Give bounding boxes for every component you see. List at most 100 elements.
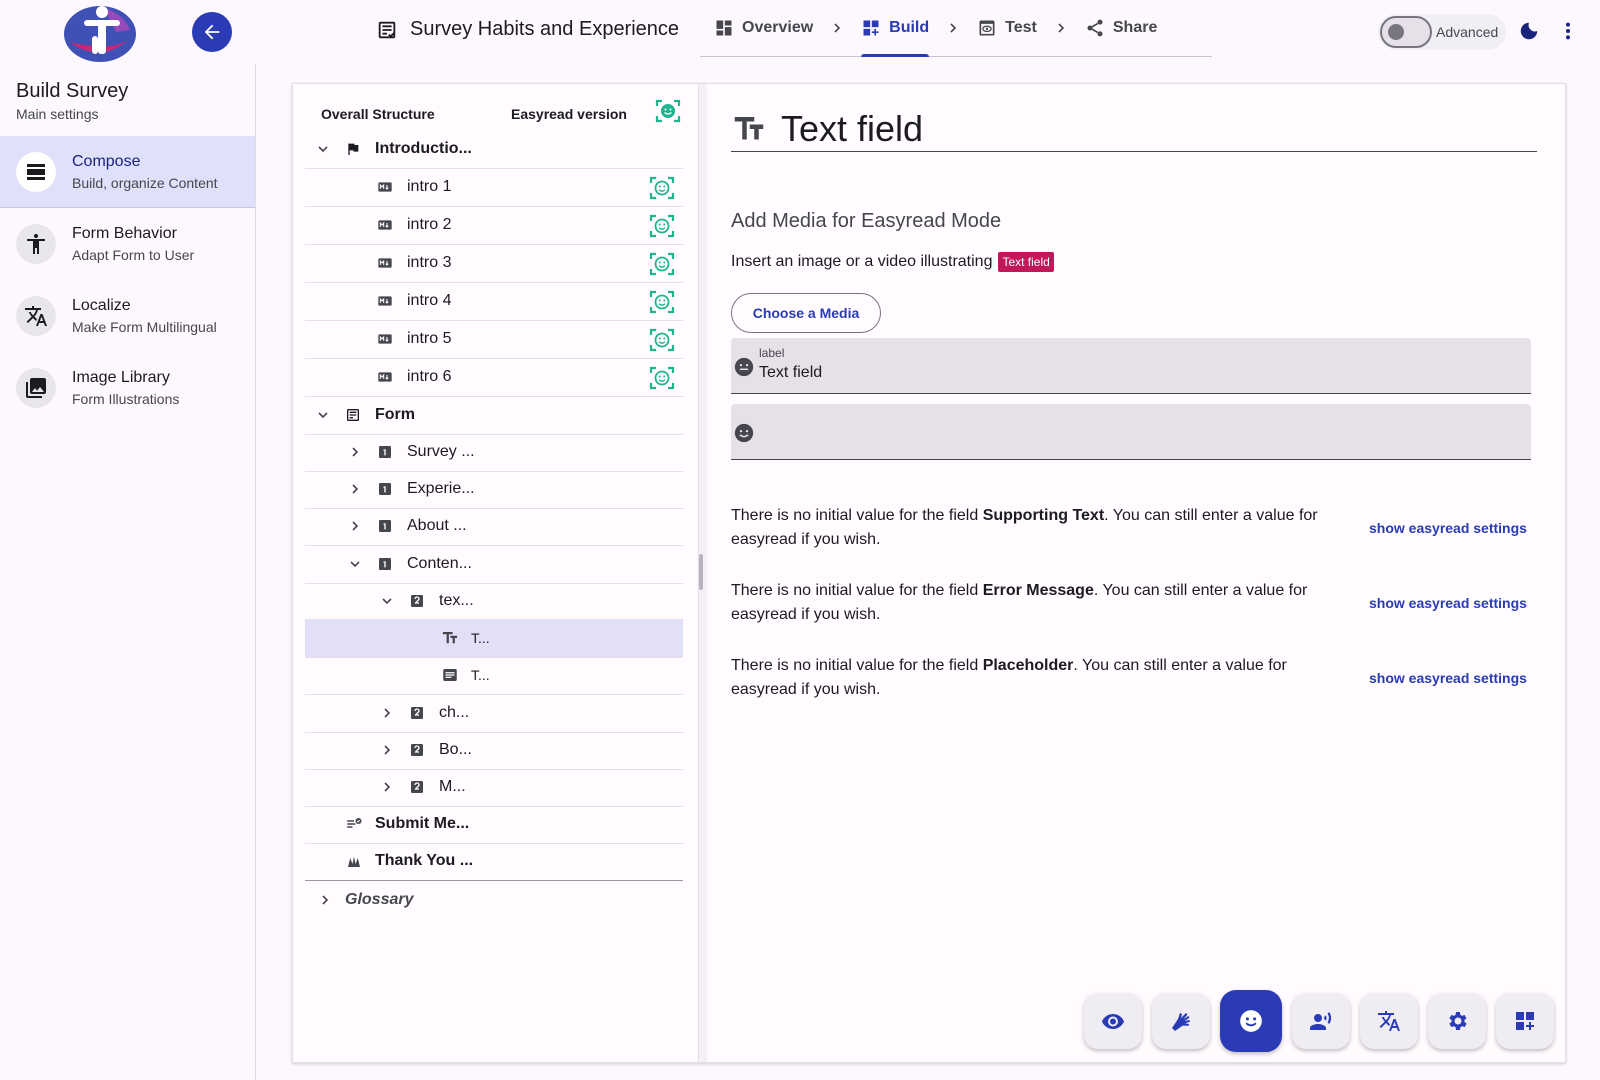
- sidebar-item-compose[interactable]: Compose Build, organize Content: [0, 136, 255, 208]
- chevron-down-icon[interactable]: [315, 396, 331, 434]
- tree-row[interactable]: Submit Me...: [305, 805, 683, 844]
- form-checklist-icon: [376, 19, 398, 41]
- tree-row[interactable]: M...: [305, 768, 683, 807]
- tree-row-label: intro 2: [407, 216, 452, 233]
- chevron-right-icon[interactable]: [379, 768, 395, 806]
- markdown-icon: [377, 358, 393, 396]
- tree-row-label: About ...: [407, 517, 467, 534]
- chevron-right-icon[interactable]: [379, 694, 395, 732]
- tree-row[interactable]: Thank You ...: [305, 842, 683, 881]
- add-widget-button[interactable]: [1496, 993, 1554, 1049]
- advanced-toggle[interactable]: [1380, 16, 1432, 48]
- add-widget-icon: [1513, 1009, 1537, 1033]
- field-title-text: Text field: [781, 107, 924, 149]
- tab-test[interactable]: Test: [963, 0, 1051, 56]
- app-logo[interactable]: [64, 2, 140, 62]
- tree-row[interactable]: intro 5: [305, 320, 683, 359]
- translate-mode-button[interactable]: [1360, 993, 1418, 1049]
- section-2-icon: [409, 731, 425, 769]
- tree-row-label: Experie...: [407, 480, 475, 497]
- tree-row[interactable]: Form: [305, 396, 683, 435]
- flag-icon: [345, 130, 361, 168]
- tree-row-label: tex...: [439, 592, 474, 609]
- markdown-icon: [377, 320, 393, 358]
- dark-mode-icon[interactable]: [1518, 20, 1540, 42]
- tree-row[interactable]: intro 4: [305, 282, 683, 321]
- smiley-icon: [733, 422, 755, 444]
- tab-overview[interactable]: Overview: [700, 0, 827, 56]
- sidebar-item-localize[interactable]: Localize Make Form Multilingual: [0, 280, 255, 352]
- settings-button[interactable]: [1428, 993, 1486, 1049]
- thank-you-icon: [345, 842, 363, 880]
- show-easyread-settings-link[interactable]: show easyread settings: [1369, 516, 1527, 540]
- tree-row[interactable]: Introductio...: [305, 130, 683, 169]
- chevron-right-icon[interactable]: [379, 731, 395, 769]
- tree-row-glossary[interactable]: Glossary: [305, 880, 683, 920]
- tree-row[interactable]: ch...: [305, 694, 683, 733]
- show-easyread-settings-link[interactable]: show easyread settings: [1369, 591, 1527, 615]
- text-field-icon: [731, 111, 767, 147]
- more-vert-icon[interactable]: [1560, 20, 1576, 42]
- sign-language-icon: [1169, 1009, 1193, 1033]
- structure-tree: Overall Structure Easyread version Intro…: [293, 84, 699, 1062]
- easyread-second-field[interactable]: [731, 404, 1531, 460]
- easyread-status-icon[interactable]: [649, 327, 675, 353]
- show-easyread-settings-link[interactable]: show easyread settings: [1369, 666, 1527, 690]
- easyread-mode-button[interactable]: [1220, 990, 1282, 1052]
- splitter-handle[interactable]: [699, 554, 703, 590]
- tree-row[interactable]: Survey ...: [305, 433, 683, 472]
- voice-icon: [1309, 1009, 1333, 1033]
- eye-icon: [1101, 1009, 1125, 1033]
- easyread-toggle-all-icon[interactable]: [655, 98, 681, 124]
- app-title: Survey Habits and Experience: [376, 18, 679, 41]
- tree-row-label: intro 1: [407, 178, 452, 195]
- tree-row[interactable]: intro 2: [305, 206, 683, 245]
- info-text: There is no initial value for the field …: [731, 507, 1318, 548]
- sidebar-item-form-behavior[interactable]: Form Behavior Adapt Form to User: [0, 208, 255, 280]
- tree-row-selected[interactable]: T...: [305, 619, 683, 658]
- chevron-right-icon[interactable]: [347, 470, 363, 508]
- label-field-value[interactable]: Text field: [759, 364, 822, 382]
- chevron-right-icon: [305, 892, 345, 908]
- section-2-icon: [409, 582, 425, 620]
- sidebar-item-desc: Form Illustrations: [72, 391, 180, 407]
- easyread-status-icon[interactable]: [649, 289, 675, 315]
- tree-row[interactable]: About ...: [305, 507, 683, 546]
- chevron-down-icon[interactable]: [315, 130, 331, 168]
- media-section-title: Add Media for Easyread Mode: [731, 210, 1002, 232]
- tree-row-label: Form: [375, 406, 415, 423]
- tree-row[interactable]: tex...: [305, 582, 683, 621]
- easyread-label-field[interactable]: label Text field: [731, 338, 1531, 394]
- chevron-down-icon[interactable]: [347, 545, 363, 583]
- tree-row[interactable]: T...: [305, 656, 683, 695]
- tree-row[interactable]: intro 3: [305, 244, 683, 283]
- easyread-status-icon[interactable]: [649, 213, 675, 239]
- sidebar-item-image-library[interactable]: Image Library Form Illustrations: [0, 352, 255, 424]
- app-title-text: Survey Habits and Experience: [410, 18, 680, 40]
- chevron-right-icon[interactable]: [347, 507, 363, 545]
- translate-icon: [1377, 1009, 1401, 1033]
- tree-row[interactable]: Experie...: [305, 470, 683, 509]
- easyread-status-icon[interactable]: [649, 365, 675, 391]
- easyread-smiley-icon: [1238, 1008, 1264, 1034]
- preview-mode-button[interactable]: [1084, 993, 1142, 1049]
- tree-row[interactable]: intro 1: [305, 168, 683, 207]
- chevron-right-icon[interactable]: [347, 433, 363, 471]
- tab-build[interactable]: Build: [847, 0, 943, 57]
- voice-mode-button[interactable]: [1292, 993, 1350, 1049]
- chevron-right-icon: [1051, 20, 1071, 36]
- tree-row-label: ch...: [439, 704, 470, 721]
- tree-row-label: intro 6: [407, 368, 452, 385]
- easyread-status-icon[interactable]: [649, 175, 675, 201]
- field-title: Text field: [731, 106, 1537, 152]
- tree-row[interactable]: intro 6: [305, 358, 683, 397]
- chevron-down-icon[interactable]: [379, 582, 395, 620]
- sign-language-button[interactable]: [1152, 993, 1210, 1049]
- tree-row[interactable]: Bo...: [305, 731, 683, 770]
- choose-media-button[interactable]: Choose a Media: [731, 293, 881, 333]
- tree-row[interactable]: Conten...: [305, 545, 683, 584]
- tab-share[interactable]: Share: [1071, 0, 1171, 56]
- tab-build-label: Build: [889, 19, 930, 36]
- easyread-status-icon[interactable]: [649, 251, 675, 277]
- back-button[interactable]: [192, 12, 232, 52]
